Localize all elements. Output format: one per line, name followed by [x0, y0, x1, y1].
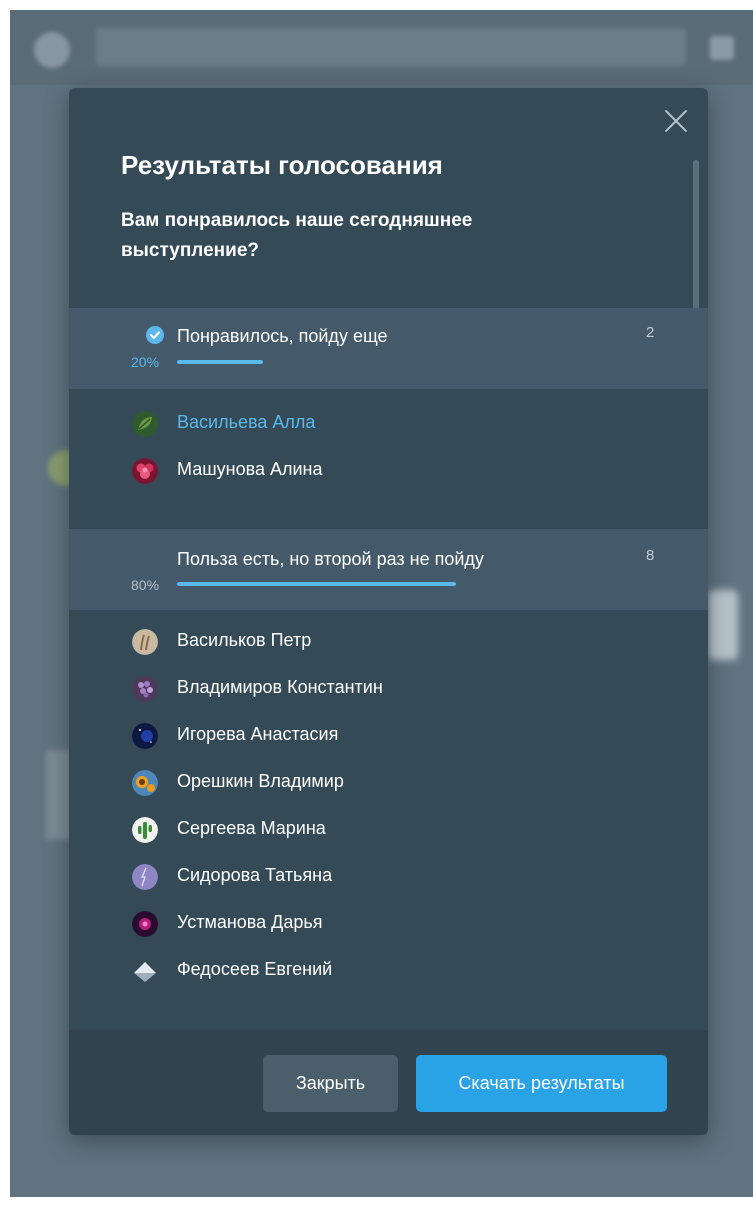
backdrop-close-icon: [710, 36, 734, 60]
poll-option-label: Понравилось, пойду еще: [177, 326, 388, 346]
backdrop-avatar: [34, 32, 70, 68]
backdrop-header: [10, 10, 753, 85]
voter-name: Федосеев Евгений: [177, 959, 333, 979]
voter-item[interactable]: Владимиров Константин: [69, 675, 708, 722]
voter-name: Игорева Анастасия: [177, 724, 339, 744]
voter-name: Сидорова Татьяна: [177, 865, 333, 885]
leaf-avatar-icon: [132, 411, 158, 437]
voter-name: Сергеева Марина: [177, 818, 326, 838]
voter-name: Владимиров Константин: [177, 677, 383, 697]
poll-option-progress-bar: [177, 360, 263, 364]
backdrop-button-blur: [708, 590, 738, 660]
poll-option-percent: 20%: [131, 354, 160, 370]
poll-option-percent: 80%: [131, 577, 160, 593]
voter-item[interactable]: Сергеева Марина: [69, 816, 708, 863]
close-icon[interactable]: [659, 104, 693, 138]
wheat-avatar-icon: [132, 629, 158, 655]
voter-item[interactable]: Васильков Петр: [69, 628, 708, 675]
voter-item[interactable]: Васильева Алла: [69, 410, 708, 457]
check-icon: [146, 326, 164, 344]
lightning-avatar-icon: [132, 864, 158, 890]
backdrop-title-bar: [96, 28, 686, 66]
poll-option-1[interactable]: Понравилось, пойду еще 2 20%: [69, 308, 708, 389]
poll-option-progress-bar: [177, 582, 456, 586]
sunflower-avatar-icon: [132, 770, 158, 796]
poll-option-count: 2: [646, 324, 655, 341]
voter-item[interactable]: Орешкин Владимир: [69, 769, 708, 816]
poll-option-2[interactable]: Польза есть, но второй раз не пойду 8 80…: [69, 529, 708, 610]
poll-question: Вам понравилось наше сегодняшнее выступл…: [121, 210, 473, 261]
lilac-avatar-icon: [132, 676, 158, 702]
backdrop-bottom: [10, 1135, 753, 1197]
voter-item[interactable]: Федосеев Евгений: [69, 957, 708, 1004]
poll-option-count: 8: [646, 547, 655, 564]
cactus-avatar-icon: [132, 817, 158, 843]
voter-name: Устманова Дарья: [177, 912, 323, 932]
voter-name: Васильева Алла: [177, 412, 316, 432]
voter-name: Васильков Петр: [177, 630, 312, 650]
voter-name: Машунова Алина: [177, 459, 323, 479]
voter-item[interactable]: Игорева Анастасия: [69, 722, 708, 769]
voter-item[interactable]: Машунова Алина: [69, 457, 708, 504]
download-results-button[interactable]: Скачать результаты: [416, 1055, 667, 1112]
nebula-avatar-icon: [132, 911, 158, 937]
voter-name: Орешкин Владимир: [177, 771, 344, 791]
dialog-footer: Закрыть Скачать результаты: [69, 1030, 708, 1135]
mountain-avatar-icon: [132, 958, 158, 984]
space-avatar-icon: [132, 723, 158, 749]
voter-item[interactable]: Устманова Дарья: [69, 910, 708, 957]
voters-list-option-2: Васильков Петр Владимиров Константин Иго…: [69, 628, 708, 1004]
dialog-title: Результаты голосования: [121, 150, 443, 180]
flower-avatar-icon: [132, 458, 158, 484]
close-button[interactable]: Закрыть: [263, 1055, 398, 1112]
voter-item[interactable]: Сидорова Татьяна: [69, 863, 708, 910]
voters-list-option-1: Васильева Алла Машунова Алина: [69, 410, 708, 504]
poll-option-label: Польза есть, но второй раз не пойду: [177, 549, 484, 569]
poll-results-dialog: Результаты голосования Вам понравилось н…: [69, 88, 708, 1135]
